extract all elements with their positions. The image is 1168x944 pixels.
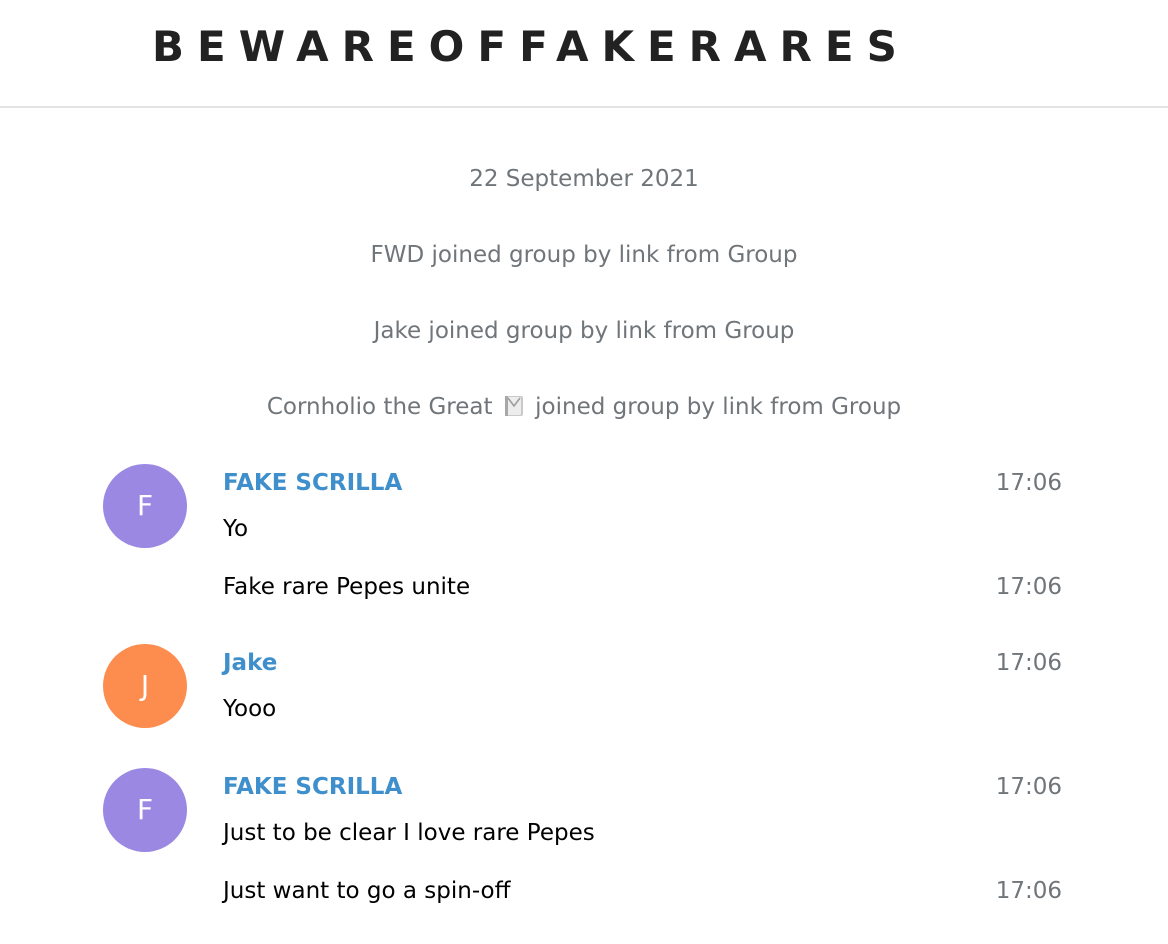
date-separator: 22 September 2021 (469, 166, 699, 192)
message-time: 17:06 (995, 470, 1062, 496)
sender-name[interactable]: Jake (223, 648, 277, 678)
avatar-initial: F (136, 793, 154, 826)
avatar-initial: J (140, 669, 150, 702)
avatar[interactable]: J (103, 644, 187, 728)
message-text: Yooo (223, 696, 277, 722)
message-text: Just want to go a spin-off (223, 878, 511, 904)
service-message: Cornholio the Great joined group by link… (0, 392, 1168, 422)
service-message: FWD joined group by link from Group (370, 242, 798, 268)
message-time: 17:06 (995, 650, 1062, 676)
message-text: Yo (223, 516, 249, 542)
service-message-rest: joined group by link from Group (535, 394, 902, 420)
book-emoji-icon (504, 396, 523, 416)
avatar[interactable]: F (103, 768, 187, 852)
sender-name[interactable]: FAKE SCRILLA (223, 468, 402, 498)
message-text: Fake rare Pepes unite (223, 574, 471, 600)
chat-header: BEWAREOFFAKERARES (0, 0, 1168, 108)
avatar[interactable]: F (103, 464, 187, 548)
service-message: Jake joined group by link from Group (373, 318, 795, 344)
service-member-name: Cornholio the Great (266, 394, 493, 420)
chat-title: BEWAREOFFAKERARES (152, 22, 910, 71)
message-time: 17:06 (995, 774, 1062, 800)
message-time: 17:06 (995, 574, 1062, 600)
message-text: Just to be clear I love rare Pepes (223, 820, 595, 846)
avatar-initial: F (136, 489, 154, 522)
message-time: 17:06 (995, 878, 1062, 904)
sender-name[interactable]: FAKE SCRILLA (223, 772, 402, 802)
